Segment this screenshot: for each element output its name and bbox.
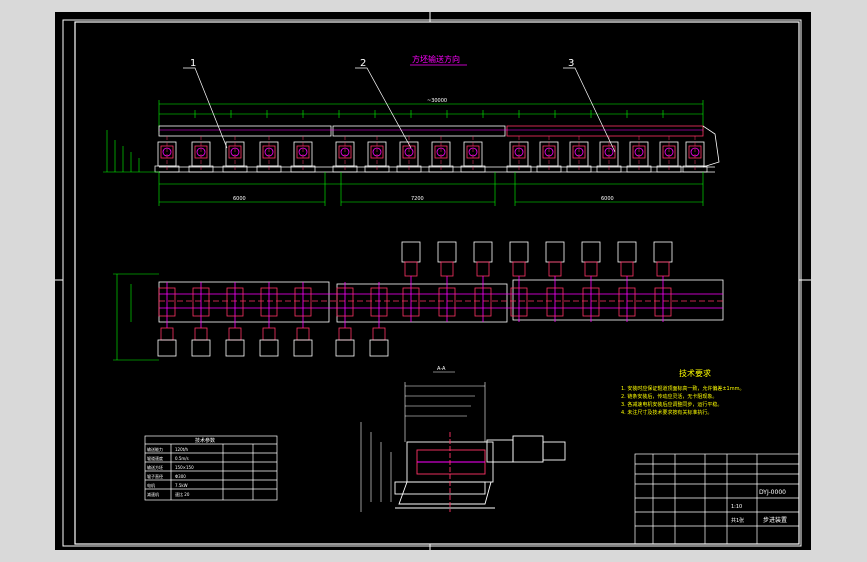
tech-requirements-title: 技术要求 — [679, 368, 711, 378]
plan-drive-units — [157, 241, 673, 357]
plan-dimensions — [113, 273, 159, 361]
section-1-dimension: 6000 — [233, 196, 246, 202]
balloon-3: 3 — [568, 58, 574, 69]
param-row-4-label: 辊子直径 — [147, 473, 163, 479]
param-row-6-value: 速比 20 — [175, 491, 190, 497]
drawing-sheet: 共1张 — [731, 517, 744, 524]
leader-lines — [183, 67, 616, 153]
plan-drive-unit — [473, 241, 493, 322]
technical-requirements: 技术要求 1. 安装时应保证辊道顶面标高一致，允许偏差±1mm。 2. 链条安装… — [621, 368, 744, 416]
param-row-6-label: 减速机 — [147, 491, 159, 497]
tech-requirement-1: 1. 安装时应保证辊道顶面标高一致，允许偏差±1mm。 — [621, 385, 744, 392]
plan-drive-unit — [401, 241, 421, 322]
parameters-table-title: 技术参数 — [195, 437, 215, 444]
title-block — [634, 453, 800, 545]
tech-requirement-4: 4. 未注尺寸及技术要求按有关标准执行。 — [621, 409, 712, 416]
overall-length-dimension: ~30000 — [427, 98, 447, 104]
balloon-2: 2 — [360, 58, 366, 69]
plan-view — [113, 241, 724, 361]
plan-drive-unit — [369, 282, 389, 357]
side-view-tag: A-A — [437, 366, 446, 372]
side-dimensions — [360, 382, 486, 512]
param-row-5-value: 7.5kW — [175, 483, 188, 488]
plan-drive-unit — [191, 282, 211, 357]
plan-drive-unit — [335, 282, 355, 357]
tech-requirement-2: 2. 链条安装后，传动应灵活，无卡阻现象。 — [621, 393, 717, 400]
drawing-scale: 1:10 — [731, 504, 742, 510]
section-2-dimension: 7200 — [411, 196, 424, 202]
param-row-3-value: 150×150 — [175, 465, 194, 470]
left-height-dimensions — [103, 130, 159, 173]
param-row-1-label: 输送能力 — [147, 446, 163, 452]
plan-drive-unit — [545, 241, 565, 322]
plan-drive-unit — [617, 241, 637, 322]
elevation-view: 方坯输送方向 ~30000 6000 7200 6000 1 2 3 — [103, 54, 720, 206]
param-row-2-value: 0.5m/s — [175, 456, 189, 461]
param-row-3-label: 输送方坯 — [147, 464, 163, 470]
balloon-1: 1 — [190, 58, 196, 69]
plan-drive-unit — [581, 241, 601, 322]
param-row-2-label: 辊道速度 — [147, 455, 163, 461]
parameters-table — [144, 435, 278, 501]
param-row-5-label: 电机 — [147, 482, 155, 488]
plan-drive-unit — [259, 282, 279, 357]
cad-drawing-canvas: 方坯输送方向 ~30000 6000 7200 6000 1 2 3 A-A 技… — [55, 12, 811, 550]
side-machine-outline — [394, 432, 566, 512]
drawing-name: 步进装置 — [763, 516, 787, 524]
plan-drive-unit — [653, 241, 673, 322]
param-row-4-value: Φ300 — [175, 474, 186, 479]
top-dimension-chain — [158, 100, 704, 132]
plan-drive-unit — [225, 282, 245, 357]
plan-drive-unit — [437, 241, 457, 322]
plan-drive-unit — [157, 282, 177, 357]
tech-requirement-3: 3. 各减速电机安装后应调整同步，运行平稳。 — [621, 401, 722, 408]
section-3-dimension: 6000 — [601, 196, 614, 202]
frame-center-marks — [55, 12, 811, 550]
param-row-1-value: 120t/h — [175, 447, 189, 452]
drawing-number: DYJ-0000 — [759, 489, 786, 496]
plan-drive-unit — [293, 282, 313, 357]
side-section-view: A-A — [360, 366, 566, 512]
cad-viewport[interactable]: 方坯输送方向 ~30000 6000 7200 6000 1 2 3 A-A 技… — [55, 12, 811, 550]
flow-direction-label: 方坯输送方向 — [412, 54, 460, 64]
